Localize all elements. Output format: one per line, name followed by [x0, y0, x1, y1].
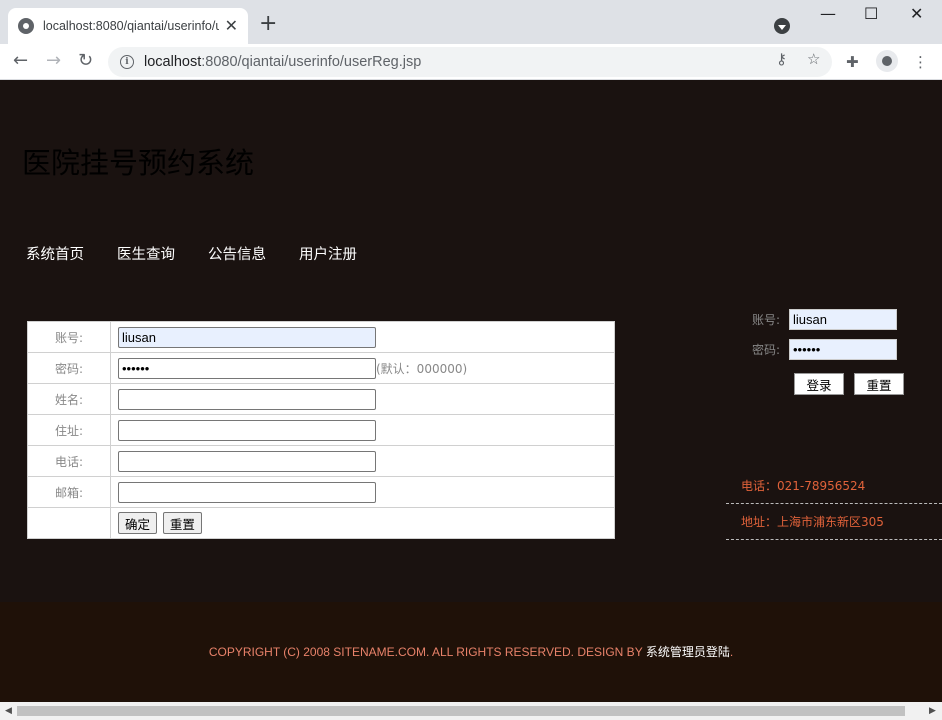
phone-label: 电话:	[27, 445, 111, 477]
email-label: 邮箱:	[27, 476, 111, 508]
form-row-account: 账号:	[27, 321, 615, 353]
browser-tab-bar: localhost:8080/qiantai/userinfo/userReg.…	[0, 0, 942, 44]
side-password-label: 密码:	[752, 342, 781, 357]
nav-doctor-search[interactable]: 医生查询	[117, 243, 175, 264]
copyright-text: COPYRIGHT (C) 2008 SITENAME.COM. ALL RIG…	[208, 645, 734, 659]
minimize-icon[interactable]: —	[820, 6, 836, 22]
scrollbar-thumb[interactable]	[17, 706, 905, 716]
form-row-email: 邮箱:	[27, 476, 615, 508]
nav-user-register[interactable]: 用户注册	[299, 243, 357, 264]
site-info-icon[interactable]: i	[120, 55, 134, 69]
form-row-phone: 电话:	[27, 445, 615, 477]
side-login-panel: 账号: 密码:	[752, 304, 897, 364]
admin-login-link[interactable]: 系统管理员登陆	[646, 645, 730, 659]
side-login-button[interactable]: 登录	[794, 373, 844, 395]
side-account-label: 账号:	[752, 312, 781, 327]
main-nav: 系统首页 医生查询 公告信息 用户注册	[26, 243, 390, 264]
contact-address: 地址：上海市浦东新区305	[726, 504, 942, 540]
url-text: localhost:8080/qiantai/userinfo/userReg.…	[144, 54, 422, 70]
page-viewport: 医院挂号预约系统 系统首页 医生查询 公告信息 用户注册 账号: 密码: (默认…	[0, 80, 942, 702]
tab-search-icon[interactable]	[774, 18, 790, 34]
tab-close-icon[interactable]: ✕	[225, 18, 238, 34]
scroll-left-icon[interactable]: ◀	[5, 706, 12, 716]
account-label: 账号:	[27, 321, 111, 353]
reset-button[interactable]: 重置	[162, 512, 202, 534]
form-row-password: 密码: (默认：000000)	[27, 352, 615, 384]
footer: COPYRIGHT (C) 2008 SITENAME.COM. ALL RIG…	[0, 602, 942, 702]
profile-icon[interactable]	[876, 50, 898, 72]
back-icon[interactable]: ←	[13, 51, 28, 71]
new-tab-icon[interactable]: +	[259, 13, 277, 35]
contact-info: 电话：021-78956524 地址：上海市浦东新区305	[726, 468, 942, 540]
password-hint: (默认：000000)	[376, 361, 468, 376]
name-label: 姓名:	[27, 383, 111, 415]
form-row-actions: 确定 重置	[27, 507, 615, 539]
nav-announcements[interactable]: 公告信息	[208, 243, 266, 264]
globe-icon	[18, 18, 34, 34]
form-row-name: 姓名:	[27, 383, 615, 415]
reload-icon[interactable]: ↻	[78, 51, 93, 71]
site-title: 医院挂号预约系统	[22, 146, 255, 180]
browser-toolbar: ← → ↻ i localhost:8080/qiantai/userinfo/…	[0, 44, 942, 80]
address-input[interactable]	[118, 419, 376, 441]
address-bar[interactable]: i localhost:8080/qiantai/userinfo/userRe…	[108, 47, 832, 77]
address-label: 住址:	[27, 414, 111, 446]
horizontal-scrollbar[interactable]: ◀ ▶	[0, 702, 942, 720]
maximize-icon[interactable]: ☐	[864, 6, 878, 22]
password-input[interactable]	[118, 357, 376, 379]
browser-tab[interactable]: localhost:8080/qiantai/userinfo/userReg.…	[8, 8, 248, 44]
form-row-address: 住址:	[27, 414, 615, 446]
window-close-icon[interactable]: ✕	[910, 6, 923, 22]
star-icon[interactable]: ☆	[807, 50, 820, 68]
scroll-right-icon[interactable]: ▶	[929, 706, 936, 716]
account-input[interactable]	[118, 326, 376, 348]
side-password-input[interactable]	[789, 338, 897, 360]
tab-title: localhost:8080/qiantai/userinfo/userReg.…	[43, 19, 219, 33]
key-icon[interactable]: ⚷	[776, 50, 787, 68]
contact-phone: 电话：021-78956524	[726, 468, 942, 504]
phone-input[interactable]	[118, 450, 376, 472]
side-account-input[interactable]	[789, 308, 897, 330]
confirm-button[interactable]: 确定	[118, 512, 158, 534]
menu-icon[interactable]: ⋮	[913, 53, 928, 71]
nav-home[interactable]: 系统首页	[26, 243, 84, 264]
name-input[interactable]	[118, 388, 376, 410]
registration-form: 账号: 密码: (默认：000000) 姓名: 住址: 电话: 邮箱: 确定	[27, 321, 615, 539]
password-label: 密码:	[27, 352, 111, 384]
forward-icon[interactable]: →	[46, 51, 61, 71]
side-reset-button[interactable]: 重置	[854, 373, 904, 395]
extensions-icon[interactable]: ✚	[846, 53, 859, 71]
email-input[interactable]	[118, 481, 376, 503]
